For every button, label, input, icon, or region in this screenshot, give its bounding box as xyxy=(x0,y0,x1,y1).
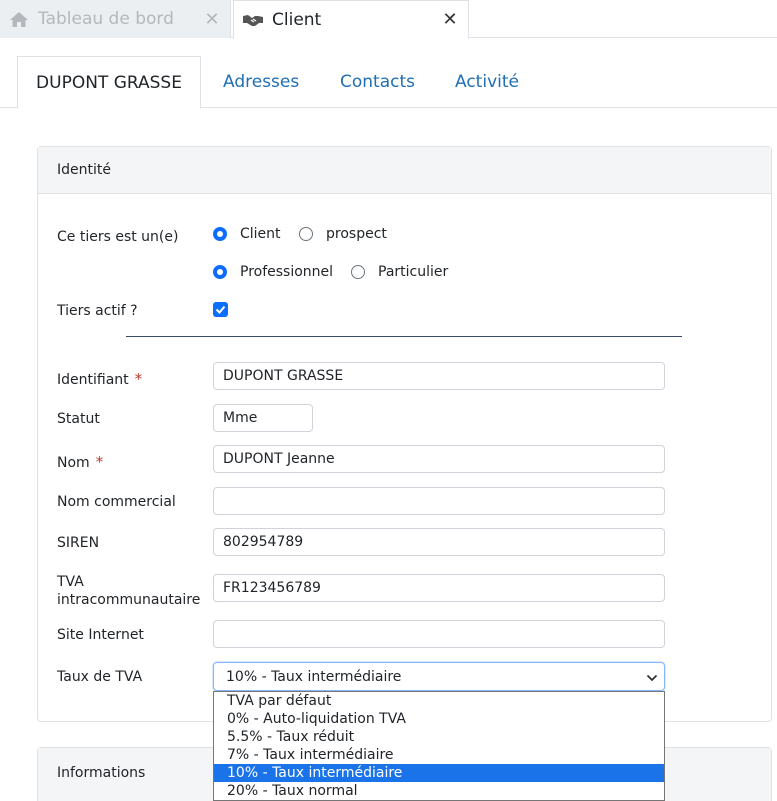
window-tab-label: Client xyxy=(272,9,322,30)
dropdown-option[interactable]: 0% - Auto-liquidation TVA xyxy=(214,710,664,728)
tab-contacts[interactable]: Contacts xyxy=(340,56,415,108)
nom-commercial-label: Nom commercial xyxy=(57,494,176,510)
radio-label-client: Client xyxy=(240,226,281,242)
identity-card-header: Identité xyxy=(38,147,771,194)
tva-intra-label-line1: TVA xyxy=(57,574,84,590)
radio-client[interactable]: Client xyxy=(213,226,281,242)
radio-button-unchecked[interactable] xyxy=(299,227,313,241)
nom-commercial-input[interactable] xyxy=(213,487,665,515)
tva-intra-input[interactable]: FR123456789 xyxy=(213,574,665,602)
dropdown-option[interactable]: 7% - Taux intermédiaire xyxy=(214,746,664,764)
radio-particulier[interactable]: Particulier xyxy=(351,264,448,280)
close-icon[interactable]: ✕ xyxy=(432,9,468,30)
radio-label-prospect: prospect xyxy=(326,226,387,242)
radio-prospect[interactable]: prospect xyxy=(299,226,387,242)
dropdown-option-highlighted[interactable]: 10% - Taux intermédiaire xyxy=(214,764,664,782)
dropdown-option[interactable]: TVA par défaut xyxy=(214,692,664,710)
radio-button-checked[interactable] xyxy=(213,265,227,279)
separator xyxy=(126,336,682,337)
identifiant-input[interactable]: DUPONT GRASSE xyxy=(213,362,665,390)
active-checkbox[interactable] xyxy=(213,302,228,317)
window-tab-client[interactable]: Client ✕ xyxy=(233,0,469,39)
window-tab-bar: Tableau de bord ✕ Client ✕ xyxy=(0,0,777,39)
siren-label: SIREN xyxy=(57,535,100,551)
site-label: Site Internet xyxy=(57,627,144,643)
tab-addresses[interactable]: Adresses xyxy=(223,56,299,108)
page-tab-bar: DUPONT GRASSE Adresses Contacts Activité xyxy=(0,56,777,109)
vat-rate-selected: 10% - Taux intermédiaire xyxy=(226,668,402,685)
radio-professionnel[interactable]: Professionnel xyxy=(213,264,333,280)
radio-label-professionnel: Professionnel xyxy=(240,264,334,280)
required-marker: * xyxy=(95,453,104,471)
radio-button-checked[interactable] xyxy=(213,227,227,241)
vat-rate-dropdown: TVA par défaut 0% - Auto-liquidation TVA… xyxy=(213,691,665,801)
tab-activity[interactable]: Activité xyxy=(455,56,519,108)
handshake-icon xyxy=(238,12,268,28)
tva-intra-label-line2: intracommunautaire xyxy=(57,592,201,608)
window-tab-dashboard[interactable]: Tableau de bord ✕ xyxy=(0,0,231,38)
chevron-down-icon xyxy=(646,671,658,687)
dropdown-option[interactable]: 20% - Taux normal xyxy=(214,782,664,800)
nom-label-text: Nom xyxy=(57,455,90,471)
dropdown-option[interactable]: 5.5% - Taux réduit xyxy=(214,728,664,746)
vat-rate-label: Taux de TVA xyxy=(57,669,143,685)
site-input[interactable] xyxy=(213,620,665,648)
nom-input[interactable]: DUPONT Jeanne xyxy=(213,445,665,473)
required-marker: * xyxy=(134,370,143,388)
identifiant-label: Identifiant * xyxy=(57,370,142,388)
statut-input[interactable]: Mme xyxy=(213,404,313,432)
tab-identity[interactable]: DUPONT GRASSE xyxy=(17,56,201,109)
siren-input[interactable]: 802954789 xyxy=(213,528,665,556)
radio-button-unchecked[interactable] xyxy=(351,265,365,279)
home-icon xyxy=(4,11,34,28)
window-tab-label: Tableau de bord xyxy=(38,9,174,29)
vat-rate-select[interactable]: 10% - Taux intermédiaire xyxy=(213,662,665,691)
identifiant-label-text: Identifiant xyxy=(57,372,129,388)
tiers-type-label: Ce tiers est un(e) xyxy=(57,229,179,245)
statut-label: Statut xyxy=(57,411,100,427)
radio-label-particulier: Particulier xyxy=(378,264,449,280)
close-icon[interactable]: ✕ xyxy=(194,9,230,30)
nom-label: Nom * xyxy=(57,453,103,471)
tva-intra-label: TVA intracommunautaire xyxy=(57,573,200,609)
active-label: Tiers actif ? xyxy=(57,303,138,319)
